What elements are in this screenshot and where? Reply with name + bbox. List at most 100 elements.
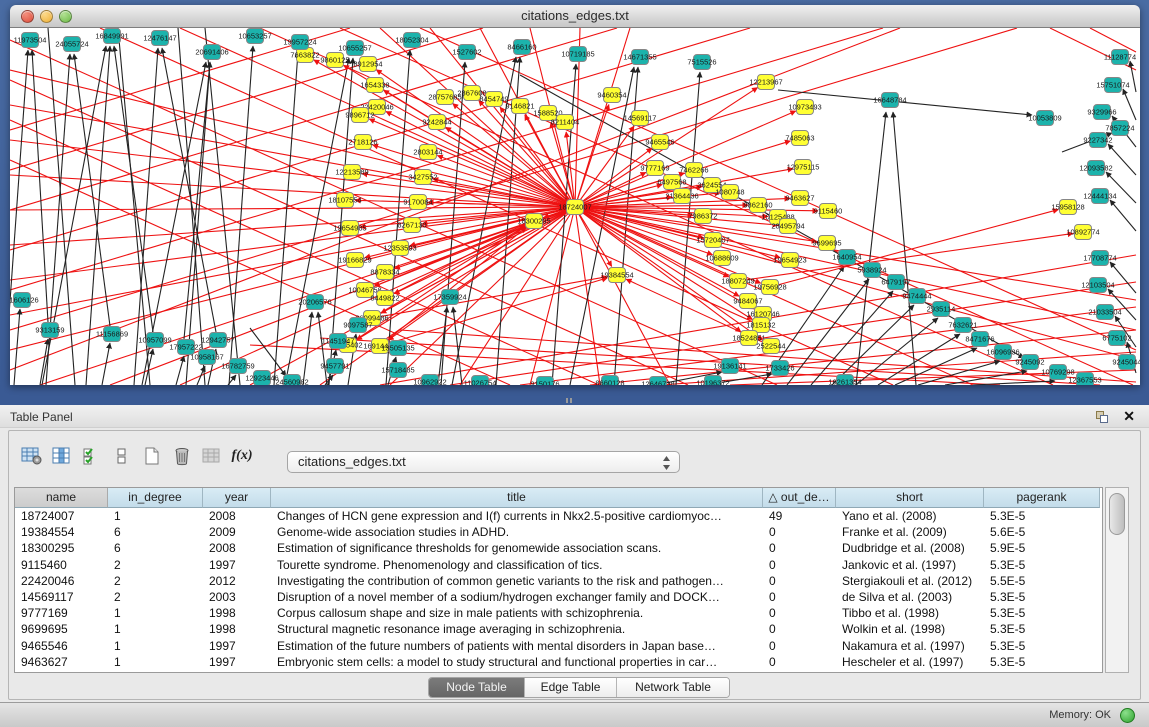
graph-node-label: 9329966 <box>1087 108 1116 117</box>
table-settings-button[interactable] <box>17 443 47 469</box>
float-panel-icon[interactable] <box>1096 411 1109 423</box>
close-panel-icon[interactable]: ✕ <box>1123 408 1135 425</box>
new-table-button[interactable] <box>137 443 167 469</box>
graph-edge[interactable] <box>1110 200 1136 231</box>
graph-node-label: 11156869 <box>96 330 128 339</box>
graph-edge[interactable] <box>575 104 609 207</box>
tab-network-table[interactable]: Network Table <box>617 678 729 697</box>
table-row[interactable]: 946554611997Estimation of the future num… <box>15 638 1102 654</box>
graph-edge[interactable] <box>10 50 28 385</box>
network-view-window: citations_edges.txt 18724007224200462718… <box>10 5 1140 385</box>
table-row[interactable]: 1830029562008Estimation of significance … <box>15 540 1102 556</box>
graph-edge[interactable] <box>176 356 184 385</box>
graph-edge[interactable] <box>229 46 253 385</box>
graph-edge[interactable] <box>10 140 575 207</box>
stacked-cells-icon <box>111 446 133 466</box>
dropdown-arrows-icon <box>662 455 671 471</box>
graph-edge[interactable] <box>676 72 700 385</box>
graph-node-label: 10053809 <box>1028 114 1061 123</box>
column-header-pagerank[interactable]: pagerank <box>984 488 1100 508</box>
graph-node-label: 8660128 <box>595 379 624 386</box>
table-cell: 5.3E-5 <box>984 557 1100 573</box>
table-cell: 9465546 <box>15 638 108 654</box>
graph-node-label: 9170084 <box>403 198 432 207</box>
column-header-out_de[interactable]: △ out_de… <box>763 488 836 508</box>
graph-edge[interactable] <box>10 28 1017 330</box>
row-height-button[interactable] <box>107 443 137 469</box>
graph-node-label: 7485063 <box>785 134 814 143</box>
graph-node-label: 6775102 <box>1102 334 1131 343</box>
graph-edge[interactable] <box>10 28 483 170</box>
table-row[interactable]: 1872400712008Changes of HCN gene express… <box>15 508 1102 524</box>
graph-node-label: 16261354 <box>828 378 861 386</box>
graph-edge[interactable] <box>973 381 1055 385</box>
table-chooser-dropdown[interactable]: citations_edges.txt <box>287 451 680 473</box>
graph-edge[interactable] <box>575 207 1136 330</box>
graph-node-label: 21033504 <box>1088 308 1121 317</box>
column-header-name[interactable]: name <box>15 488 108 508</box>
node-table[interactable]: namein_degreeyeartitle△ out_de…shortpage… <box>14 487 1103 673</box>
graph-edge[interactable] <box>1130 61 1136 92</box>
table-cell: 9463627 <box>15 654 108 670</box>
column-header-in_degree[interactable]: in_degree <box>108 488 203 508</box>
table-row[interactable]: 969969511998Structural magnetic resonanc… <box>15 621 1102 637</box>
graph-node-label: 24560982 <box>275 378 308 386</box>
graph-node-label: 2935114 <box>927 305 956 314</box>
table-row[interactable]: 2242004622012Investigating the contribut… <box>15 573 1102 589</box>
network-window-title: citations_edges.txt <box>10 8 1140 23</box>
table-cell: 18724007 <box>15 508 108 524</box>
graph-edge[interactable] <box>340 28 1133 385</box>
vertical-scrollbar[interactable] <box>1105 487 1129 673</box>
scrollbar-thumb[interactable] <box>1109 493 1125 535</box>
table-row[interactable]: 911546021997Tourette syndrome. Phenomeno… <box>15 557 1102 573</box>
graph-node-label: 9699695 <box>812 239 841 248</box>
graph-node-label: 15958128 <box>1051 203 1084 212</box>
function-builder-button[interactable]: f(x) <box>227 443 257 469</box>
graph-node-label: 8211404 <box>551 118 580 127</box>
table-cell: 5.3E-5 <box>984 589 1100 605</box>
column-header-short[interactable]: short <box>836 488 984 508</box>
graph-node-label: 9896712 <box>345 111 374 120</box>
table-row[interactable]: 1938455462009Genome-wide association stu… <box>15 524 1102 540</box>
table-row[interactable]: 977716911998Corpus callosum shape and si… <box>15 605 1102 621</box>
select-columns-button[interactable] <box>77 443 107 469</box>
delete-table-button[interactable] <box>167 443 197 469</box>
table-row[interactable]: 1456911722003Disruption of a novel membe… <box>15 589 1102 605</box>
graph-edge[interactable] <box>74 54 110 326</box>
graph-node-label: 10958167 <box>190 353 223 362</box>
graph-node-label: 9862160 <box>743 201 772 210</box>
graph-node-label: 10962922 <box>413 378 446 386</box>
graph-node-label: 9097587 <box>343 321 372 330</box>
graph-edge[interactable] <box>250 328 286 376</box>
network-window-titlebar[interactable]: citations_edges.txt <box>10 5 1140 28</box>
network-graph[interactable]: 1872400722420046271812612213589181075541… <box>10 28 1140 385</box>
graph-node-label: 10688609 <box>705 254 738 263</box>
graph-edge[interactable] <box>10 207 575 350</box>
table-cell: 9699695 <box>15 621 108 637</box>
graph-node-label: 20206576 <box>298 298 331 307</box>
graph-edge[interactable] <box>14 309 20 385</box>
graph-edge[interactable] <box>1090 28 1136 52</box>
table-disabled-icon <box>201 446 223 466</box>
graph-node-label: 12942757 <box>201 336 234 345</box>
graph-node-label: 9245044 <box>1112 358 1140 367</box>
table-row[interactable]: 946362711997Embryonic stem cells: a mode… <box>15 654 1102 670</box>
tab-edge-table[interactable]: Edge Table <box>525 678 617 697</box>
graph-node-label: 10973493 <box>788 103 821 112</box>
column-header-title[interactable]: title <box>271 488 763 508</box>
table-cell: 1997 <box>203 654 271 670</box>
table-cell: 1 <box>108 638 203 654</box>
table-cell: Tourette syndrome. Phenomenology and cla… <box>271 557 763 573</box>
graph-node-label: 9463627 <box>785 194 814 203</box>
graph-node-label: 12353593 <box>383 244 416 253</box>
column-header-year[interactable]: year <box>203 488 271 508</box>
tab-node-table[interactable]: Node Table <box>429 678 525 697</box>
show-column-button[interactable] <box>47 443 77 469</box>
splitter-grip[interactable] <box>566 398 574 403</box>
graph-edge[interactable] <box>1123 89 1136 120</box>
graph-node-label: 16849991 <box>95 32 128 41</box>
graph-edge[interactable] <box>380 278 607 346</box>
graph-edge[interactable] <box>205 28 240 385</box>
table-cell: 2008 <box>203 540 271 556</box>
network-canvas[interactable]: 1872400722420046271812612213589181075541… <box>10 28 1140 385</box>
